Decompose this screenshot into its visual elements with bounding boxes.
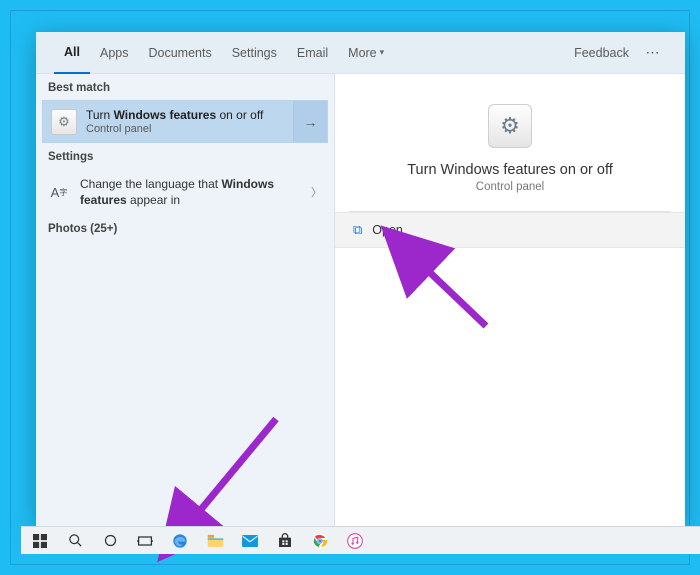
open-action[interactable]: ⧉ Open	[335, 212, 685, 248]
settings-result-language[interactable]: A字 Change the language that Windows feat…	[36, 169, 334, 215]
desktop-frame: All Apps Documents Settings Email More▾ …	[10, 10, 690, 565]
start-button[interactable]	[23, 527, 57, 555]
cortana-button[interactable]	[93, 527, 127, 555]
open-icon: ⧉	[353, 222, 362, 238]
tab-all[interactable]: All	[54, 32, 90, 74]
chevron-right-icon: 〉	[311, 184, 322, 200]
best-match-title: Turn Windows features on or off	[86, 108, 263, 122]
taskbar-mail-icon[interactable]	[233, 527, 267, 555]
best-match-label: Best match	[36, 74, 334, 100]
preview-column: ⚙ Turn Windows features on or off Contro…	[334, 74, 685, 526]
control-panel-icon: ⚙	[51, 109, 77, 135]
tab-documents[interactable]: Documents	[138, 32, 221, 74]
photos-section-label: Photos (25+)	[36, 215, 334, 243]
feedback-link[interactable]: Feedback	[564, 32, 639, 74]
preview-icon: ⚙	[488, 104, 532, 148]
best-match-expand-button[interactable]: →	[293, 101, 327, 142]
taskbar-edge-icon[interactable]	[163, 527, 197, 555]
search-filter-tabs: All Apps Documents Settings Email More▾ …	[36, 32, 685, 74]
taskbar-search-button[interactable]	[58, 527, 92, 555]
start-search-panel: All Apps Documents Settings Email More▾ …	[36, 32, 685, 526]
tab-apps[interactable]: Apps	[90, 32, 139, 74]
preview-title: Turn Windows features on or off	[387, 162, 633, 178]
best-match-result[interactable]: ⚙ Turn Windows features on or off Contro…	[42, 100, 328, 143]
taskbar-chrome-icon[interactable]	[303, 527, 337, 555]
best-match-subtitle: Control panel	[86, 123, 263, 135]
chevron-down-icon: ▾	[380, 47, 385, 58]
taskbar-itunes-icon[interactable]	[338, 527, 372, 555]
results-column: Best match ⚙ Turn Windows features on or…	[36, 74, 334, 526]
open-label: Open	[372, 223, 403, 237]
taskbar	[21, 526, 700, 554]
tab-settings[interactable]: Settings	[222, 32, 287, 74]
more-options-button[interactable]: ⋯	[639, 44, 667, 61]
taskbar-file-explorer-icon[interactable]	[198, 527, 232, 555]
language-icon: A字	[48, 181, 70, 203]
settings-section-label: Settings	[36, 143, 334, 169]
task-view-button[interactable]	[128, 527, 162, 555]
preview-subtitle: Control panel	[476, 181, 544, 193]
tab-more[interactable]: More▾	[338, 32, 394, 74]
best-match-main[interactable]: ⚙ Turn Windows features on or off Contro…	[43, 101, 293, 142]
tab-email[interactable]: Email	[287, 32, 338, 74]
taskbar-store-icon[interactable]	[268, 527, 302, 555]
settings-result-text: Change the language that Windows feature…	[80, 176, 301, 208]
